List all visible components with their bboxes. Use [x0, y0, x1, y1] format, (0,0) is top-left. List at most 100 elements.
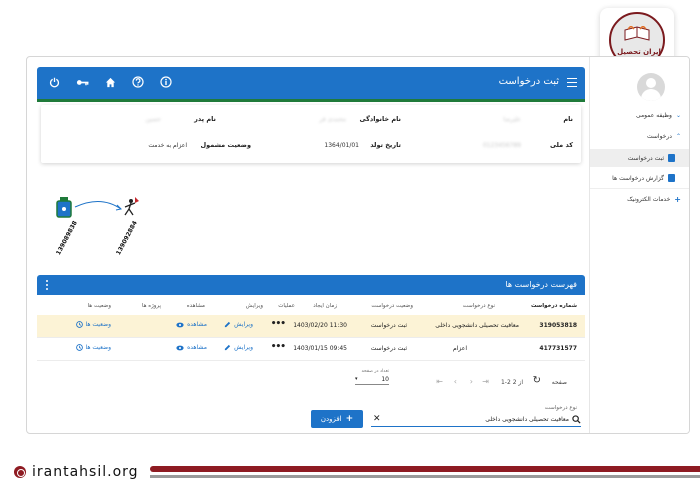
- view-button[interactable]: مشاهده: [176, 321, 207, 328]
- row-divider: [37, 360, 585, 361]
- walker-head: [129, 199, 133, 203]
- doc-mark: [62, 207, 66, 211]
- pencil-icon: [225, 344, 231, 351]
- last-page-icon[interactable]: ⇥: [482, 377, 489, 386]
- page-title: ثبت درخواست: [498, 76, 559, 87]
- col-type: نوع درخواست: [462, 303, 495, 309]
- sidebar-item-request-report[interactable]: گزارش درخواست ها: [590, 169, 689, 187]
- power-icon[interactable]: [47, 75, 61, 89]
- per-page-select[interactable]: تعداد در صفحه ▾ 10: [355, 369, 389, 385]
- row-number: 417731577: [539, 345, 577, 352]
- avatar[interactable]: [637, 73, 665, 101]
- sidebar-item-label: ثبت درخواست: [627, 154, 664, 162]
- row-created: 1403/02/20 11:30: [293, 322, 347, 329]
- table-row[interactable]: 417731577 اعزام ثبت درخواست 1403/01/15 0…: [37, 338, 585, 360]
- per-page-number: 10: [381, 376, 389, 383]
- list-title: فهرست درخواست ها: [505, 280, 577, 289]
- plus-icon: +: [674, 195, 681, 204]
- sidebar-item-label: درخواست: [647, 133, 672, 140]
- first-page-icon[interactable]: ⇤: [436, 377, 443, 386]
- footer-gray-bar: [150, 475, 700, 478]
- col-created: زمان ایجاد: [313, 303, 337, 309]
- col-view: مشاهده: [186, 303, 205, 309]
- search-icon[interactable]: [572, 415, 581, 424]
- add-label: افزودن: [320, 415, 342, 423]
- view-button[interactable]: مشاهده: [176, 344, 207, 351]
- next-page-icon[interactable]: ›: [470, 377, 473, 386]
- workflow-diagram: 139089838 139092884: [51, 191, 161, 256]
- edit-button[interactable]: ویرایش: [224, 344, 253, 351]
- sidebar-item-label: گزارش درخواست ها: [612, 174, 664, 182]
- family-label: نام خانوادگی: [359, 115, 401, 123]
- divider: [590, 188, 689, 189]
- sidebar-item-label: خدمات الکترونیک: [627, 196, 671, 203]
- birth-date-value: 1364/01/01: [324, 142, 359, 149]
- row-status: ثبت درخواست: [370, 345, 407, 352]
- col-edit: ویرایش: [245, 303, 263, 309]
- key-icon[interactable]: [75, 75, 89, 89]
- pager-range: 1-2 از 2: [500, 379, 523, 386]
- clock-icon: [75, 321, 83, 328]
- col-states: وضعیت ها: [87, 303, 111, 309]
- eye-icon: [176, 322, 184, 327]
- footer-red-bar: [150, 466, 700, 472]
- menu-icon[interactable]: [567, 78, 577, 87]
- workflow-graphic: [56, 197, 139, 218]
- plus-icon: +: [345, 414, 354, 424]
- row-type: اعزام: [453, 345, 467, 352]
- report-icon: [668, 174, 675, 182]
- header-accent-line: [37, 99, 585, 102]
- sidebar-item-label: وظیفه عمومی: [635, 112, 672, 119]
- add-button[interactable]: افزودن +: [311, 410, 363, 428]
- states-button[interactable]: وضعیت ها: [75, 321, 112, 328]
- clock-icon: [75, 344, 83, 351]
- row-type: معافیت تحصیلی دانشجویی داخلی: [435, 322, 519, 329]
- top-header: ثبت درخواست: [37, 67, 585, 99]
- col-project: پروژه ها: [141, 303, 161, 309]
- sidebar-item-register-request[interactable]: ثبت درخواست: [590, 149, 689, 167]
- sidebar-item-request[interactable]: درخواست ⌃: [647, 133, 681, 140]
- sidebar-item-public-duty[interactable]: وظیفه عمومی ⌄: [636, 112, 681, 119]
- states-label: وضعیت ها: [85, 321, 112, 328]
- clear-icon[interactable]: ✕: [373, 414, 381, 424]
- col-number: شماره درخواست: [530, 303, 577, 309]
- info-icon[interactable]: [159, 75, 173, 89]
- site-url: irantahsil.org: [14, 460, 139, 484]
- per-page-value: ▾ 10: [355, 376, 389, 385]
- row-status: ثبت درخواست: [370, 322, 407, 329]
- col-ops: عملیات: [278, 303, 295, 309]
- father-value: حسین: [145, 116, 161, 123]
- view-label: مشاهده: [187, 321, 207, 328]
- chevron-down-icon: ⌄: [675, 112, 681, 119]
- national-code-label: کد ملی: [549, 141, 573, 149]
- request-type-value: معافیت تحصیلی دانشجویی داخلی: [485, 416, 569, 423]
- sidebar-item-e-services[interactable]: خدمات الکترونیک +: [627, 195, 681, 204]
- birth-date-label: تاریخ تولد: [370, 141, 401, 149]
- refresh-icon[interactable]: ↻: [533, 375, 541, 386]
- family-value: محمدی فر: [319, 116, 347, 123]
- caret-down-icon: ▾: [355, 376, 358, 382]
- per-page-label: تعداد در صفحه: [361, 369, 390, 374]
- app-window: وظیفه عمومی ⌄ درخواست ⌃ ثبت درخواست گزار…: [26, 56, 690, 434]
- edit-button[interactable]: ویرایش: [224, 321, 253, 328]
- sidebar: وظیفه عمومی ⌄ درخواست ⌃ ثبت درخواست گزار…: [589, 57, 689, 433]
- more-options-icon[interactable]: [45, 280, 48, 290]
- states-button[interactable]: وضعیت ها: [75, 344, 111, 351]
- more-actions-button[interactable]: •••: [271, 342, 286, 352]
- row-number: 319053818: [539, 322, 577, 329]
- request-type-input[interactable]: ✕ معافیت تحصیلی دانشجویی داخلی: [371, 413, 581, 427]
- logo-text: ایران تحصیل: [617, 48, 661, 56]
- help-icon[interactable]: [131, 75, 145, 89]
- profile-card: نام علیرضا نام خانوادگی محمدی فر نام پدر…: [41, 105, 581, 163]
- name-label: نام: [563, 115, 573, 123]
- home-icon[interactable]: [103, 75, 117, 89]
- book-icon: [624, 26, 650, 41]
- table-row[interactable]: 319053818 معافیت تحصیلی دانشجویی داخلی ث…: [37, 315, 585, 337]
- prev-page-icon[interactable]: ‹: [454, 377, 457, 386]
- edit-label: ویرایش: [234, 321, 253, 328]
- more-actions-button[interactable]: •••: [271, 319, 286, 329]
- status-label: وضعیت مشمول: [200, 141, 252, 149]
- screenshot-stage: ایران تحصیل وظیفه عمومی ⌄ درخواست ⌃ ثبت …: [0, 0, 700, 500]
- walking-person-icon: [124, 202, 136, 216]
- flag-icon: [135, 197, 139, 203]
